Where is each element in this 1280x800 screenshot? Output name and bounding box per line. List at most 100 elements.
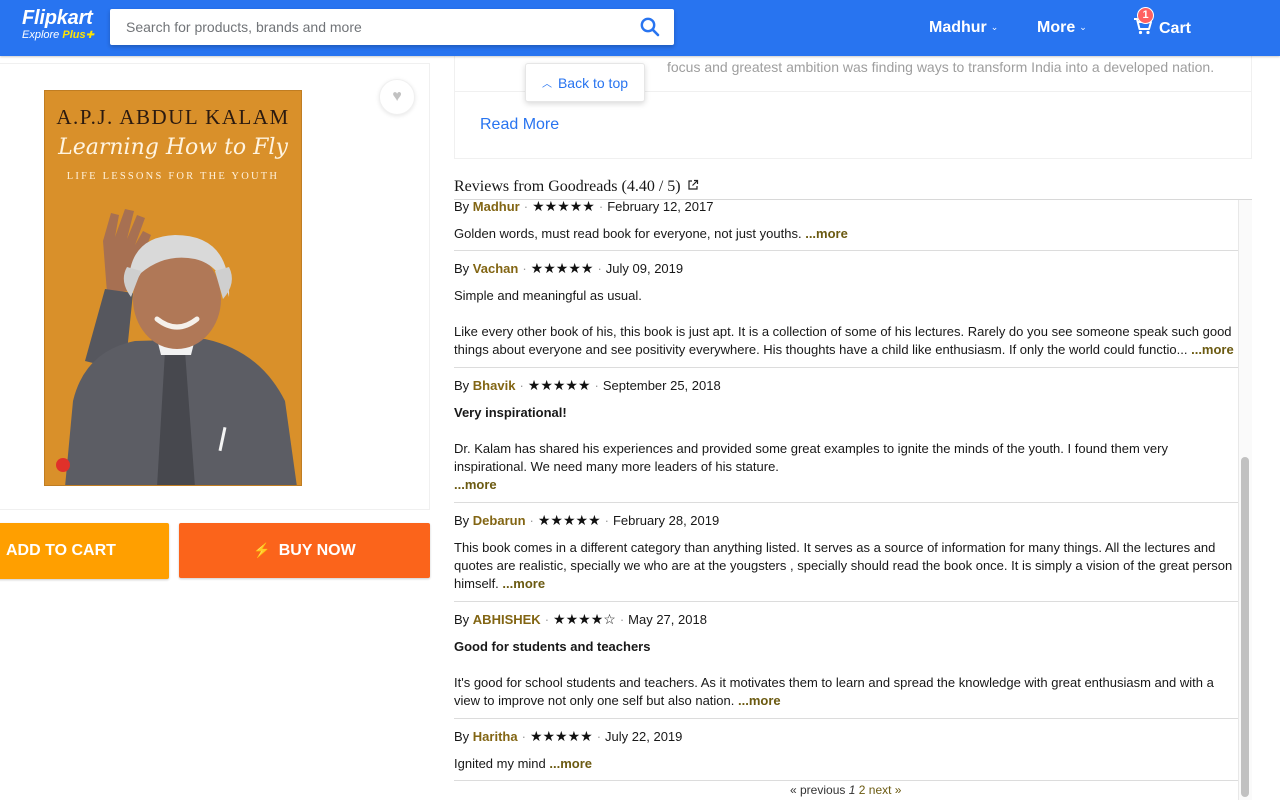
page-2-link[interactable]: 2 [859, 783, 866, 797]
book-cover-image[interactable]: A.P.J. ABDUL KALAM Learning How to Fly L… [44, 90, 302, 486]
previous-page-label: « previous [790, 783, 846, 797]
by-label: By [454, 378, 470, 393]
scrollbar-thumb[interactable] [1241, 457, 1249, 797]
review-body: It's good for school students and teache… [454, 674, 1238, 710]
chevron-down-icon: ⌄ [990, 22, 999, 32]
review-body: Like every other book of his, this book … [454, 323, 1238, 359]
reviews-heading-text: Reviews from Goodreads (4.40 / 5) [454, 178, 681, 195]
account-name: Madhur [929, 19, 987, 36]
chevron-down-icon: ⌄ [1079, 22, 1087, 32]
by-label: By [454, 729, 470, 744]
more-menu[interactable]: More ⌄ [1037, 17, 1087, 38]
review-title: Good for students and teachers [454, 639, 651, 654]
star-rating: ★★★★★ [527, 377, 591, 393]
buy-now-button[interactable]: ⚡ BUY NOW [179, 523, 430, 578]
author-portrait [56, 209, 297, 485]
review-divider [454, 250, 1238, 251]
review-item: By Bhavik · ★★★★★ · September 25, 2018 Very … [454, 376, 1238, 494]
more-link[interactable]: ...more [805, 226, 848, 241]
logo-explore: Explore [22, 29, 60, 41]
by-label: By [454, 612, 470, 627]
review-title: Very inspirational! [454, 405, 567, 420]
review-text: Dr. Kalam has shared his experiences and… [454, 441, 1168, 474]
logo-subtitle: Explore Plus✚ [22, 29, 94, 42]
more-link[interactable]: ...more [1191, 342, 1234, 357]
review-date: February 12, 2017 [607, 200, 714, 214]
review-meta: By Madhur · ★★★★★ · February 12, 2017 [454, 200, 714, 214]
review-meta: By Bhavik · ★★★★★ · September 25, 2018 [454, 377, 721, 393]
reviewer-name[interactable]: ABHISHEK [473, 612, 541, 627]
logo-text: Flipkart [22, 7, 93, 29]
review-meta: By Vachan · ★★★★★ · July 09, 2019 [454, 260, 684, 276]
reviewer-name[interactable]: Bhavik [473, 378, 516, 393]
wishlist-heart-icon[interactable]: ♥ [379, 79, 415, 115]
star-rating: ★★★★★ [532, 200, 595, 214]
reviews-heading: Reviews from Goodreads (4.40 / 5) [454, 178, 699, 196]
review-date: July 22, 2019 [605, 729, 683, 744]
review-meta: By Debarun · ★★★★★ · February 28, 2019 [454, 512, 720, 528]
plus-icon: ✚ [85, 30, 94, 41]
more-label: More [1037, 19, 1076, 36]
star-rating: ★★★★★ [530, 260, 594, 276]
reviewer-name[interactable]: Haritha [473, 729, 518, 744]
review-date: May 27, 2018 [628, 612, 707, 627]
review-date: September 25, 2018 [602, 378, 721, 393]
review-text: This book comes in a different category … [454, 540, 1233, 591]
cover-title: Learning How to Fly [58, 135, 288, 160]
star-rating: ★★★★★ [537, 512, 601, 528]
reviewer-name[interactable]: Madhur [473, 200, 520, 214]
review-text: It's good for school students and teache… [454, 675, 1214, 708]
reviews-frame: By Madhur · ★★★★★ · February 12, 2017 Golden… [454, 200, 1238, 800]
back-to-top-button[interactable]: ︿ Back to top [525, 63, 645, 102]
search-icon[interactable] [640, 17, 660, 37]
review-item: By Debarun · ★★★★★ · February 28, 2019 This … [454, 511, 1238, 593]
read-more-link[interactable]: Read More [480, 116, 559, 134]
review-item: By ABHISHEK · ★★★★☆ · May 27, 2018 Good for … [454, 610, 1238, 710]
account-menu[interactable]: Madhur ⌄ [929, 17, 998, 38]
by-label: By [454, 513, 470, 528]
review-divider [454, 367, 1238, 368]
by-label: By [454, 200, 470, 214]
review-meta: By ABHISHEK · ★★★★☆ · May 27, 2018 [454, 611, 707, 627]
review-date: July 09, 2019 [605, 261, 684, 276]
review-meta: By Haritha · ★★★★★ · July 22, 2019 [454, 728, 683, 744]
reviewer-name[interactable]: Debarun [473, 513, 526, 528]
more-link[interactable]: ...more [738, 693, 781, 708]
review-text: Simple and meaningful as usual. [454, 288, 642, 303]
next-page-link[interactable]: next » [869, 783, 902, 797]
search-input[interactable] [110, 9, 610, 45]
chevron-up-icon: ︿ [541, 79, 552, 90]
external-link-icon[interactable] [687, 179, 699, 191]
review-text: Ignited my mind [454, 756, 546, 771]
buy-now-label: BUY NOW [278, 542, 356, 559]
review-body: This book comes in a different category … [454, 539, 1238, 593]
search-box [110, 9, 674, 45]
more-link[interactable]: ...more [549, 756, 592, 771]
top-navbar: Flipkart Explore Plus✚ Madhur⌄ More⌄ Car… [0, 0, 1280, 56]
review-divider [454, 502, 1238, 503]
review-divider [454, 780, 1238, 781]
cover-subtitle: LIFE LESSONS FOR THE YOUTH [66, 171, 280, 182]
cart-count-badge: 1 [1137, 7, 1154, 24]
reviews-pagination: « previous 1 2 next » [790, 783, 901, 797]
review-item: By Haritha · ★★★★★ · July 22, 2019 Ignited m… [454, 727, 1238, 773]
flipkart-logo[interactable]: Flipkart Explore Plus✚ [22, 7, 94, 42]
review-date: February 28, 2019 [612, 513, 720, 528]
cover-author: A.P.J. ABDUL KALAM [56, 105, 290, 129]
review-body: Golden words, must read book for everyon… [454, 225, 1238, 243]
logo-plus: Plus [62, 29, 86, 41]
review-item: By Vachan · ★★★★★ · July 09, 2019 Simple and… [454, 259, 1238, 359]
by-label: By [454, 261, 470, 276]
lightning-icon: ⚡ [253, 542, 271, 558]
review-body: Ignited my mind ...more [454, 755, 1238, 773]
review-item: By Madhur · ★★★★★ · February 12, 2017 Golden… [454, 200, 1238, 243]
back-to-top-label: Back to top [557, 75, 629, 91]
more-link[interactable]: ...more [454, 476, 1238, 494]
current-page: 1 [848, 783, 856, 797]
add-to-cart-button[interactable]: ADD TO CART [0, 523, 169, 579]
review-divider [454, 718, 1238, 719]
more-link[interactable]: ...more [502, 576, 545, 591]
reviewer-name[interactable]: Vachan [473, 261, 519, 276]
review-divider [454, 601, 1238, 602]
star-rating: ★★★★☆ [553, 611, 616, 627]
